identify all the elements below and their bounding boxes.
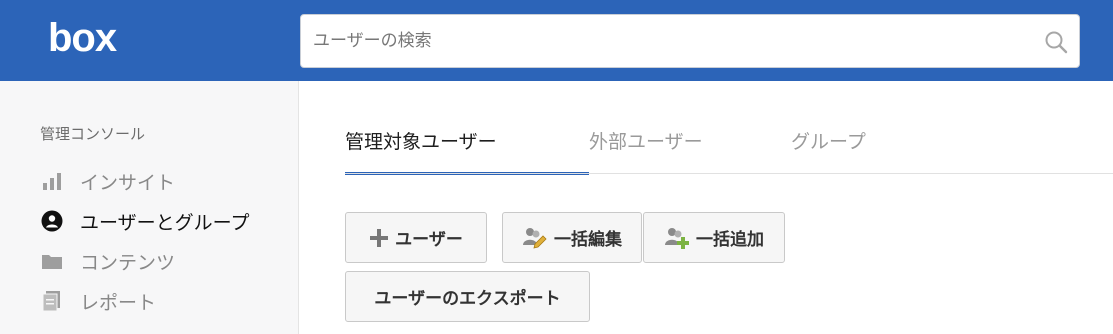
user-circle-icon — [40, 209, 64, 233]
folder-icon — [40, 249, 64, 273]
sidebar-item-insights[interactable]: インサイト — [40, 168, 175, 194]
export-users-button[interactable]: ユーザーのエクスポート — [345, 271, 590, 322]
tab-groups[interactable]: グループ — [791, 127, 866, 154]
users-add-icon — [664, 226, 690, 250]
sidebar-item-label: レポート — [80, 291, 157, 314]
sidebar-heading: 管理コンソール — [40, 125, 146, 143]
bulk-add-button[interactable]: 一括追加 — [643, 212, 785, 263]
sidebar-item-content[interactable]: コンテンツ — [40, 248, 175, 274]
report-icon — [40, 289, 64, 313]
search-input[interactable] — [301, 15, 1031, 67]
export-users-label: ユーザーのエクスポート — [374, 289, 561, 309]
sidebar-item-label: コンテンツ — [80, 251, 176, 274]
user-tabs: 管理対象ユーザー 外部ユーザー グループ — [345, 81, 1113, 175]
tab-managed-users[interactable]: 管理対象ユーザー — [345, 127, 497, 154]
search-box[interactable] — [300, 14, 1080, 68]
bar-chart-icon — [40, 169, 64, 193]
plus-icon — [369, 228, 389, 248]
bulk-add-label: 一括追加 — [696, 230, 764, 250]
users-edit-icon — [522, 226, 548, 250]
add-user-button[interactable]: ユーザー — [345, 212, 487, 263]
sidebar: 管理コンソール インサイト ユーザーとグループ コンテンツ レポート — [0, 81, 299, 334]
sidebar-item-label: ユーザーとグループ — [80, 211, 250, 234]
add-user-label: ユーザー — [395, 230, 463, 250]
box-logo[interactable]: box — [48, 16, 117, 60]
sidebar-item-label: インサイト — [80, 171, 176, 194]
sidebar-item-reports[interactable]: レポート — [40, 288, 156, 314]
search-icon[interactable] — [1043, 29, 1069, 55]
top-bar: box — [0, 0, 1113, 81]
bulk-edit-label: 一括編集 — [554, 230, 622, 250]
tab-external-users[interactable]: 外部ユーザー — [589, 127, 703, 154]
bulk-edit-button[interactable]: 一括編集 — [502, 212, 642, 263]
sidebar-item-users-groups[interactable]: ユーザーとグループ — [40, 208, 249, 234]
tabs-divider — [345, 173, 1113, 174]
